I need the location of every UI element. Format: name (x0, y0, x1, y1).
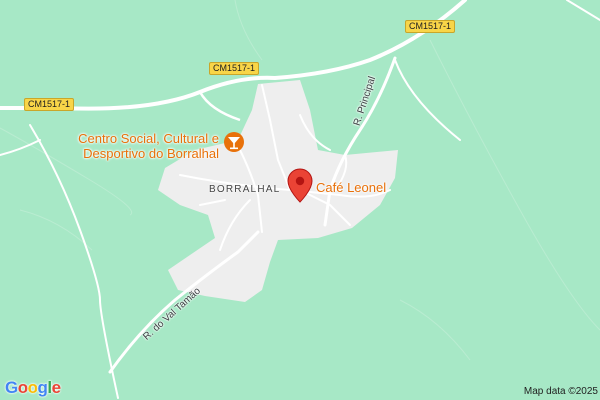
logo-letter: e (51, 378, 61, 397)
map-base-layer (0, 0, 600, 399)
logo-letter: G (5, 378, 18, 397)
poi-label-cafe-leonel[interactable]: Café Leonel (316, 180, 386, 195)
highway-shield: CM1517-1 (24, 98, 75, 111)
map-attribution[interactable]: Map data ©2025 (524, 386, 598, 397)
locality-label: BORRALHAL (209, 184, 281, 195)
poi-label-centro-social[interactable]: Centro Social, Cultural e Desportivo do … (69, 131, 219, 161)
logo-letter: o (17, 378, 28, 397)
cocktail-bar-icon[interactable] (224, 132, 244, 152)
logo-letter: o (27, 378, 38, 397)
google-logo[interactable]: Google (5, 378, 61, 398)
highway-shield: CM1517-1 (405, 20, 456, 33)
map-canvas[interactable]: CM1517-1 CM1517-1 CM1517-1 R. Principal … (0, 0, 600, 400)
highway-cm1517 (0, 0, 467, 111)
poi-label-line: Centro Social, Cultural e (78, 131, 219, 146)
poi-label-line: Desportivo do Borralhal (83, 146, 219, 161)
logo-letter: g (37, 378, 48, 397)
highway-shield: CM1517-1 (209, 62, 260, 75)
